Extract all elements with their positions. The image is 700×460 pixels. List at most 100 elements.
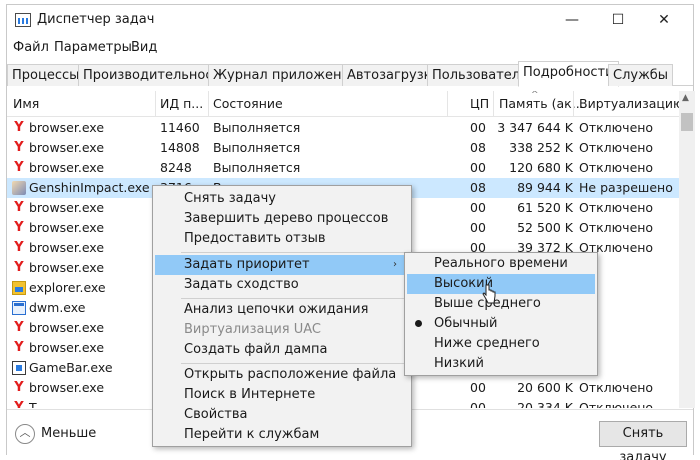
cell-memory: 61 520 K bbox=[517, 200, 573, 215]
cell-name: browser.exe bbox=[29, 260, 105, 275]
tab-services[interactable]: Службы bbox=[608, 64, 674, 86]
menu-view[interactable]: Вид bbox=[131, 40, 157, 55]
priority-submenu: Реального времени Высокий Выше среднего … bbox=[404, 252, 598, 376]
cell-virtualization: Отключено bbox=[579, 160, 654, 175]
minimize-button[interactable]: — bbox=[549, 5, 595, 35]
column-header-cpu[interactable]: ЦП bbox=[470, 96, 489, 111]
yandex-browser-icon: Y bbox=[14, 380, 24, 395]
cell-name: browser.exe bbox=[29, 320, 105, 335]
yandex-browser-icon: Y bbox=[14, 320, 24, 335]
column-divider[interactable] bbox=[447, 91, 448, 117]
priority-realtime[interactable]: Реального времени bbox=[407, 254, 595, 274]
cell-name: GenshinImpact.exe bbox=[29, 180, 150, 195]
ctx-open-file-location[interactable]: Открыть расположение файла bbox=[155, 365, 409, 385]
context-menu: Снять задачу Завершить дерево процессов … bbox=[152, 185, 412, 447]
cell-cpu: 00 bbox=[470, 220, 486, 235]
tab-details[interactable]: Подробности bbox=[518, 61, 619, 87]
ctx-properties[interactable]: Свойства bbox=[155, 405, 409, 425]
table-header: Имя ИД п... Состояние ЦП ^ Память (ак...… bbox=[7, 91, 679, 117]
cell-cpu: 00 bbox=[470, 400, 486, 408]
dwm-icon bbox=[12, 301, 26, 315]
gamebar-icon bbox=[12, 361, 26, 375]
window-title: Диспетчер задач bbox=[37, 12, 155, 27]
end-task-button[interactable]: Снять задачу bbox=[599, 421, 687, 460]
tab-strip: Процессы Производительность Журнал прило… bbox=[7, 61, 693, 87]
column-divider[interactable] bbox=[493, 91, 494, 117]
cell-cpu: 00 bbox=[470, 120, 486, 135]
column-divider[interactable] bbox=[155, 91, 156, 117]
yandex-browser-icon: Y bbox=[14, 240, 24, 255]
scroll-thumb[interactable] bbox=[681, 113, 693, 131]
column-header-name[interactable]: Имя bbox=[13, 96, 39, 111]
cell-name: explorer.exe bbox=[29, 280, 106, 295]
selected-bullet-icon bbox=[415, 320, 422, 327]
cell-memory: 3 347 644 K bbox=[497, 120, 573, 135]
menu-options[interactable]: Параметры bbox=[54, 40, 132, 55]
maximize-button[interactable]: ☐ bbox=[595, 5, 641, 35]
ctx-go-to-services[interactable]: Перейти к службам bbox=[155, 425, 409, 445]
cell-cpu: 08 bbox=[470, 140, 486, 155]
collapse-chevron-icon[interactable]: ︿ bbox=[15, 424, 35, 444]
ctx-search-online[interactable]: Поиск в Интернете bbox=[155, 385, 409, 405]
close-button[interactable]: ✕ bbox=[641, 5, 687, 35]
fewer-details-link[interactable]: Меньше bbox=[41, 426, 96, 441]
cell-status: Выполняется bbox=[213, 160, 301, 175]
cell-status: Выполняется bbox=[213, 120, 301, 135]
hand-cursor-icon bbox=[482, 284, 496, 304]
cell-status: Выполняется bbox=[213, 140, 301, 155]
priority-high[interactable]: Высокий bbox=[407, 274, 595, 294]
cell-memory: 338 252 K bbox=[509, 140, 573, 155]
table-row[interactable]: Ybrowser.exe 8248 Выполняется 00 120 680 K От… bbox=[7, 158, 679, 178]
cell-memory: 120 680 K bbox=[509, 160, 573, 175]
column-divider[interactable] bbox=[208, 91, 209, 117]
ctx-set-priority[interactable]: Задать приоритет › bbox=[155, 255, 409, 275]
cell-name: T... bbox=[29, 400, 48, 408]
ctx-end-process-tree[interactable]: Завершить дерево процессов bbox=[155, 209, 409, 229]
title-bar: Диспетчер задач — ☐ ✕ bbox=[7, 5, 693, 35]
cell-virtualization: Отключено bbox=[579, 200, 654, 215]
cell-virtualization: Отключено bbox=[579, 120, 654, 135]
vertical-scrollbar[interactable]: ▲ bbox=[679, 91, 695, 408]
scroll-up-arrow-icon[interactable]: ▲ bbox=[682, 93, 689, 103]
ctx-provide-feedback[interactable]: Предоставить отзыв bbox=[155, 229, 409, 249]
tab-processes[interactable]: Процессы bbox=[7, 64, 85, 86]
cell-pid: 14808 bbox=[160, 140, 200, 155]
priority-above-normal[interactable]: Выше среднего bbox=[407, 294, 595, 314]
cell-virtualization: Отключено bbox=[579, 140, 654, 155]
ctx-analyze-wait-chain[interactable]: Анализ цепочки ожидания bbox=[155, 300, 409, 320]
cell-name: browser.exe bbox=[29, 200, 105, 215]
cell-name: browser.exe bbox=[29, 220, 105, 235]
yandex-browser-icon: Y bbox=[14, 400, 24, 409]
column-divider[interactable] bbox=[573, 91, 574, 117]
column-header-status[interactable]: Состояние bbox=[213, 96, 283, 111]
cell-cpu: 00 bbox=[470, 160, 486, 175]
menu-bar: Файл Параметры Вид bbox=[7, 37, 693, 59]
ctx-set-affinity[interactable]: Задать сходство bbox=[155, 275, 409, 295]
priority-normal-label: Обычный bbox=[434, 316, 498, 331]
column-header-memory[interactable]: Память (ак... bbox=[499, 96, 584, 111]
cell-name: GameBar.exe bbox=[29, 360, 113, 375]
priority-low[interactable]: Низкий bbox=[407, 354, 595, 374]
cell-virtualization: Отключено bbox=[579, 380, 654, 395]
priority-below-normal[interactable]: Ниже среднего bbox=[407, 334, 595, 354]
cell-memory: 52 500 K bbox=[517, 220, 573, 235]
tab-app-history[interactable]: Журнал приложений bbox=[208, 64, 364, 86]
yandex-browser-icon: Y bbox=[14, 220, 24, 235]
ctx-uac-virtualization: Виртуализация UAC bbox=[184, 322, 321, 337]
cell-cpu: 08 bbox=[470, 180, 486, 195]
ctx-end-task[interactable]: Снять задачу bbox=[155, 189, 409, 209]
menu-file[interactable]: Файл bbox=[13, 40, 49, 55]
yandex-browser-icon: Y bbox=[14, 120, 24, 135]
cell-memory: 20 600 K bbox=[517, 380, 573, 395]
cell-virtualization: Не разрешено bbox=[579, 180, 673, 195]
priority-normal[interactable]: Обычный bbox=[407, 314, 595, 334]
column-header-virtualization[interactable]: Виртуализацию bbox=[579, 96, 679, 111]
table-row[interactable]: Ybrowser.exe 11460 Выполняется 00 3 347 644 … bbox=[7, 118, 679, 138]
yandex-browser-icon: Y bbox=[14, 260, 24, 275]
column-header-pid[interactable]: ИД п... bbox=[160, 96, 203, 111]
explorer-icon bbox=[12, 281, 26, 295]
table-row[interactable]: Ybrowser.exe 14808 Выполняется 08 338 252 K О… bbox=[7, 138, 679, 158]
cell-cpu: 00 bbox=[470, 380, 486, 395]
yandex-browser-icon: Y bbox=[14, 140, 24, 155]
ctx-create-dump-file[interactable]: Создать файл дампа bbox=[155, 340, 409, 360]
